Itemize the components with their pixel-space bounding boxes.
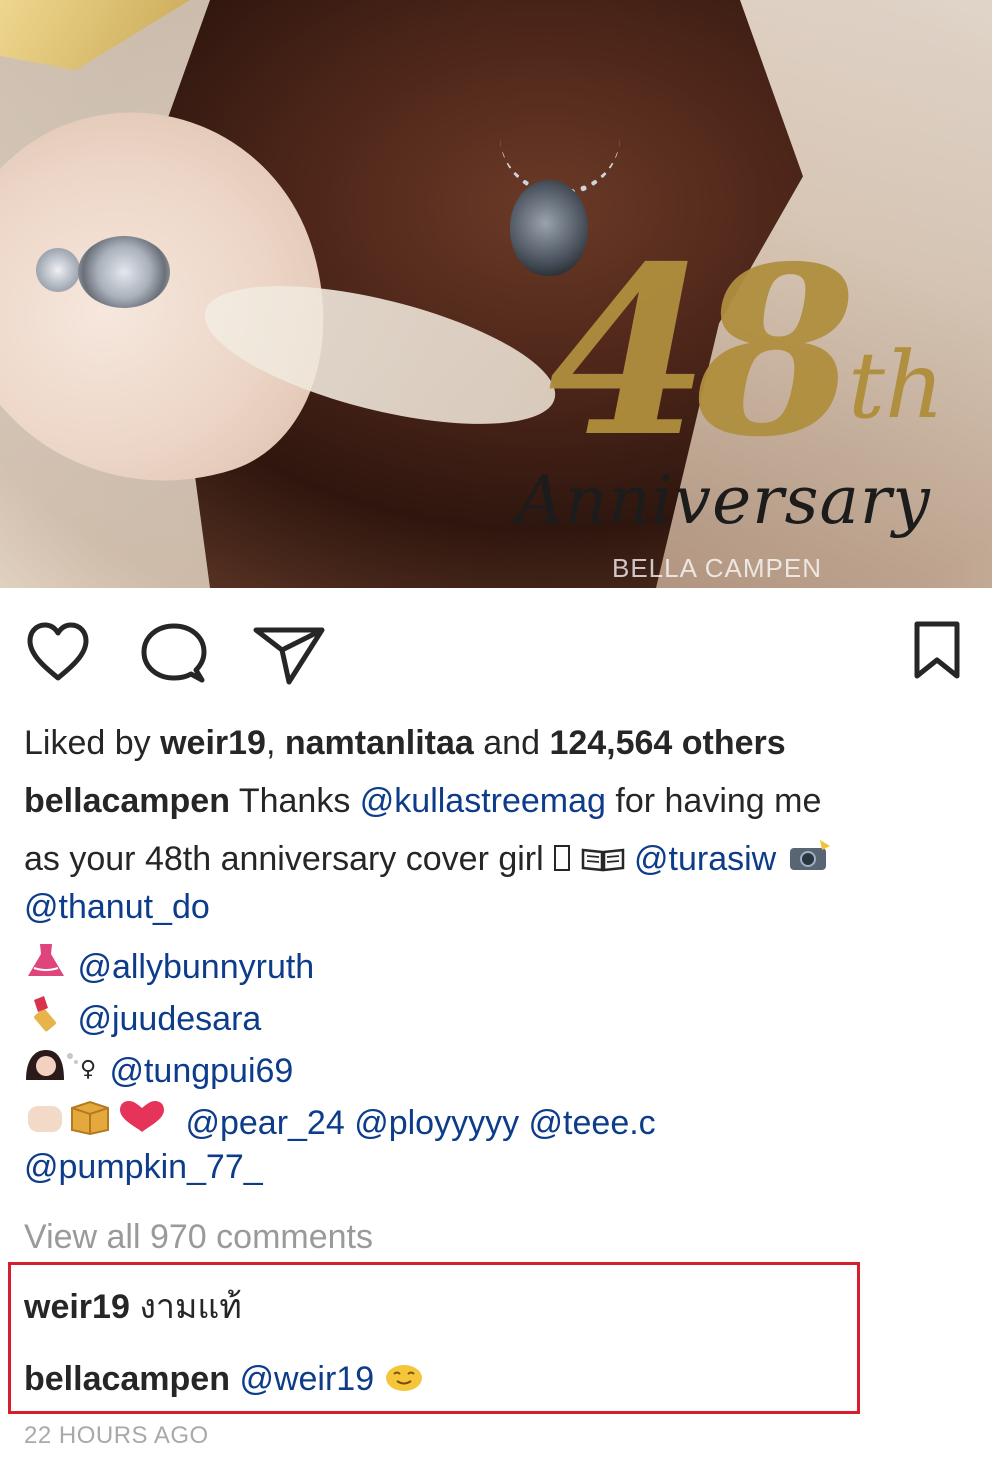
post-timestamp: 22 HOURS AGO	[24, 1422, 209, 1449]
paper-plane-icon[interactable]	[252, 624, 326, 686]
fist-box-heart-icons	[28, 1100, 164, 1136]
likes-prefix: Liked by	[24, 724, 161, 762]
brand-watermark: BELLA CAMPEN	[612, 553, 822, 583]
caption-text: for having me	[605, 782, 822, 820]
caption-line: ♀ @tungpui69	[24, 1046, 293, 1088]
ring-small	[36, 248, 80, 292]
comment-row: bellacampen @weir19	[24, 1358, 424, 1396]
mention-link[interactable]: @juudesara	[77, 1000, 261, 1038]
speech-bubble-icon[interactable]	[138, 620, 210, 686]
open-book-icon	[581, 848, 624, 872]
mention-link[interactable]: @tungpui69	[109, 1052, 293, 1090]
anniversary-suffix: th	[848, 332, 945, 439]
dress-icon	[28, 944, 64, 976]
svg-text:♀: ♀	[80, 1057, 96, 1082]
likes-count[interactable]: 124,564 others	[549, 724, 785, 762]
mention-link[interactable]: @pumpkin_77_	[24, 1150, 263, 1184]
liker-username[interactable]: weir19	[160, 724, 266, 762]
mention-link[interactable]: @weir19	[239, 1360, 374, 1398]
mention-link[interactable]: @allybunnyruth	[77, 948, 314, 986]
anniversary-title: Anniversary	[516, 462, 931, 539]
unknown-glyph-icon	[554, 845, 571, 871]
heart-outline-icon[interactable]	[24, 620, 92, 684]
liker-username[interactable]: namtanlitaa	[285, 724, 474, 762]
view-all-comments-link[interactable]: View all 970 comments	[24, 1220, 373, 1254]
caption-line: @juudesara	[24, 994, 261, 1036]
mention-link[interactable]: @ployyyyy	[354, 1104, 519, 1142]
mention-link[interactable]: @teee.c	[529, 1104, 656, 1142]
caption-line: bellacampen Thanks @kullastreemag for ha…	[24, 784, 821, 818]
mention-link[interactable]: @kullastreemag	[360, 782, 606, 820]
mention-link[interactable]: @pear_24	[185, 1104, 344, 1142]
diamond-ring	[78, 236, 170, 308]
caption-line: as your 48th anniversary cover girl @tur…	[24, 838, 832, 876]
comment-author[interactable]: bellacampen	[24, 1360, 230, 1398]
smiling-face-icon	[385, 1365, 422, 1391]
likes-separator: ,	[265, 724, 285, 762]
likes-summary[interactable]: Liked by weir19, namtanlitaa and 124,564…	[24, 726, 786, 760]
likes-conjunction: and	[473, 724, 550, 762]
comment-row: weir19 งามแท้	[24, 1290, 242, 1324]
post-photo[interactable]: 48 th Anniversary BELLA CAMPEN	[0, 0, 992, 588]
mention-link[interactable]: @thanut_do	[24, 890, 210, 924]
caption-text: Thanks	[229, 782, 360, 820]
comment-text: งามแท้	[139, 1288, 242, 1326]
mention-link[interactable]: @turasiw	[634, 840, 776, 878]
caption-line: @allybunnyruth	[24, 942, 314, 984]
anniversary-numeral: 48	[548, 215, 857, 488]
comment-author[interactable]: weir19	[24, 1288, 130, 1326]
bookmark-icon[interactable]	[912, 620, 962, 680]
caption-author[interactable]: bellacampen	[24, 782, 230, 820]
caption-text: as your 48th anniversary cover girl	[24, 840, 554, 878]
lipstick-icon	[34, 996, 56, 1032]
woman-haircut-icon: ♀	[26, 1050, 96, 1082]
caption-line: @pear_24 @ployyyyy @teee.c	[24, 1098, 656, 1140]
camera-flash-icon	[789, 840, 830, 870]
